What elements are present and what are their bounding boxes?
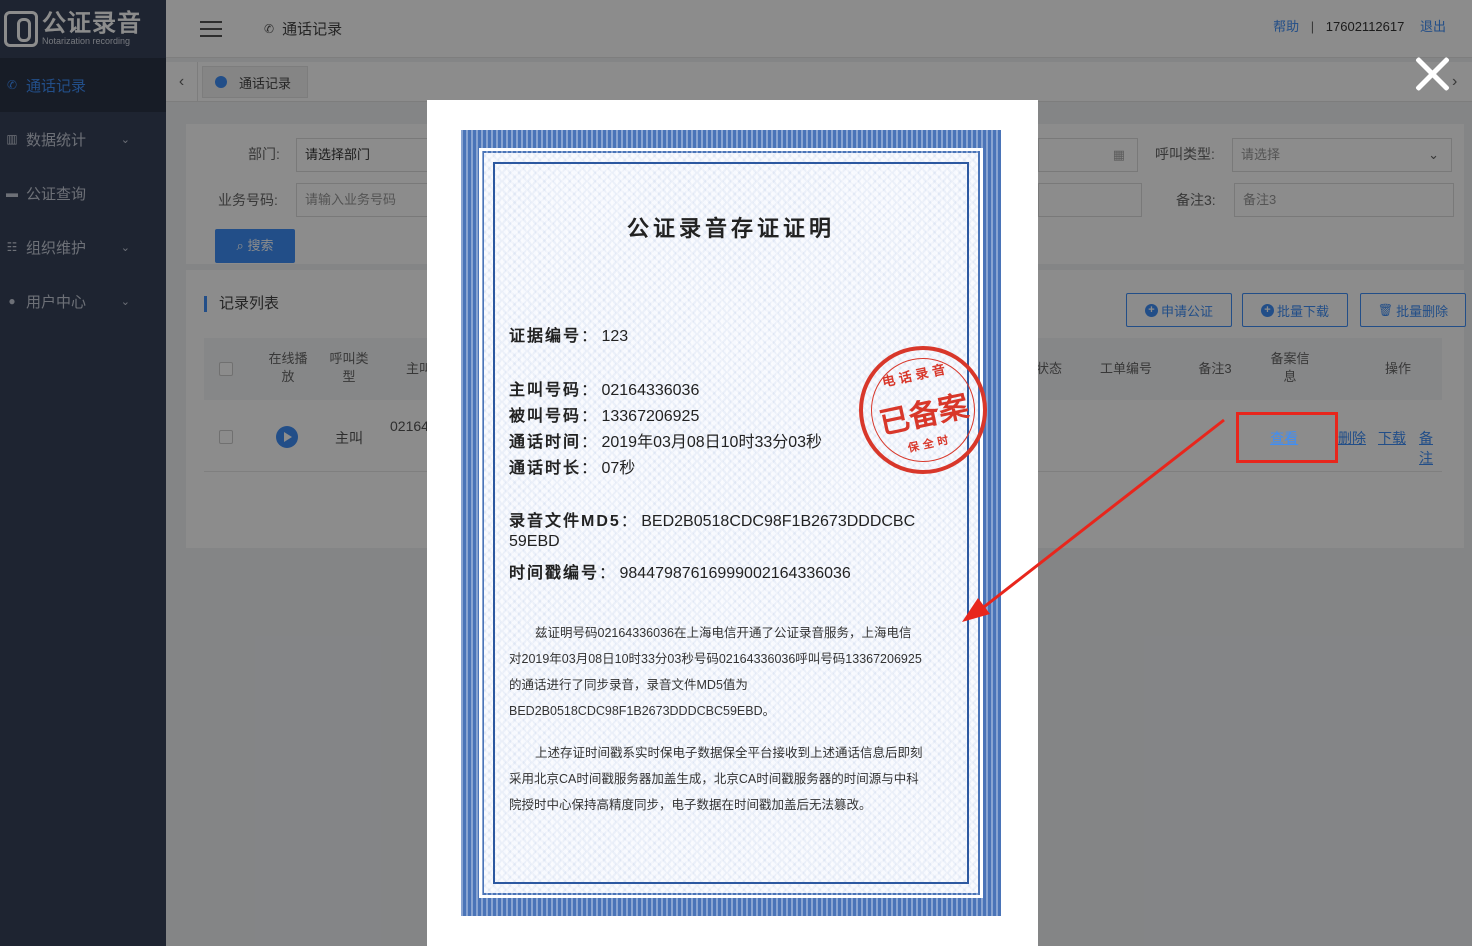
timestamp-line: 时间戳编号： 98447987616999002164336036: [509, 565, 851, 582]
caller-value: 02164336036: [601, 382, 700, 399]
close-icon[interactable]: [1412, 54, 1452, 94]
md5-label: 录音文件MD5: [509, 513, 621, 530]
md5-line-2: 59EBD: [509, 533, 560, 550]
certificate-paragraph-1: 兹证明号码02164336036在上海电信开通了公证录音服务，上海电信对2019…: [509, 626, 922, 718]
evidence-no-label: 证据编号: [509, 328, 582, 345]
timestamp-value: 98447987616999002164336036: [619, 565, 851, 582]
certificate-modal: 公证录音存证证明 证据编号： 123 主叫号码： 02164336036 被叫号…: [427, 100, 1038, 946]
callee-line: 被叫号码： 13367206925: [509, 408, 700, 425]
certificate-frame: 公证录音存证证明 证据编号： 123 主叫号码： 02164336036 被叫号…: [461, 130, 1001, 916]
evidence-no-line: 证据编号： 123: [509, 328, 629, 345]
callee-label: 被叫号码: [509, 408, 582, 425]
duration-value: 07秒: [601, 460, 636, 477]
evidence-no-value: 123: [601, 328, 629, 345]
certificate-paragraph-2: 上述存证时间戳系实时保电子数据保全平台接收到上述通话信息后即刻采用北京CA时间戳…: [509, 746, 923, 812]
view-link[interactable]: 查看: [1270, 428, 1298, 448]
duration-line: 通话时长： 07秒: [509, 460, 636, 477]
md5-value-1: BED2B0518CDC98F1B2673DDDCBC: [641, 513, 916, 530]
callee-value: 13367206925: [601, 408, 700, 425]
timestamp-label: 时间戳编号: [509, 565, 600, 582]
call-time-line: 通话时间： 2019年03月08日10时33分03秒: [509, 434, 823, 451]
caller-label: 主叫号码: [509, 382, 582, 399]
call-time-value: 2019年03月08日10时33分03秒: [601, 434, 823, 451]
caller-line: 主叫号码： 02164336036: [509, 382, 700, 399]
certificate-title: 公证录音存证证明: [626, 216, 835, 241]
call-time-label: 通话时间: [509, 434, 582, 451]
md5-line: 录音文件MD5： BED2B0518CDC98F1B2673DDDCBC: [509, 513, 916, 530]
duration-label: 通话时长: [509, 460, 582, 477]
